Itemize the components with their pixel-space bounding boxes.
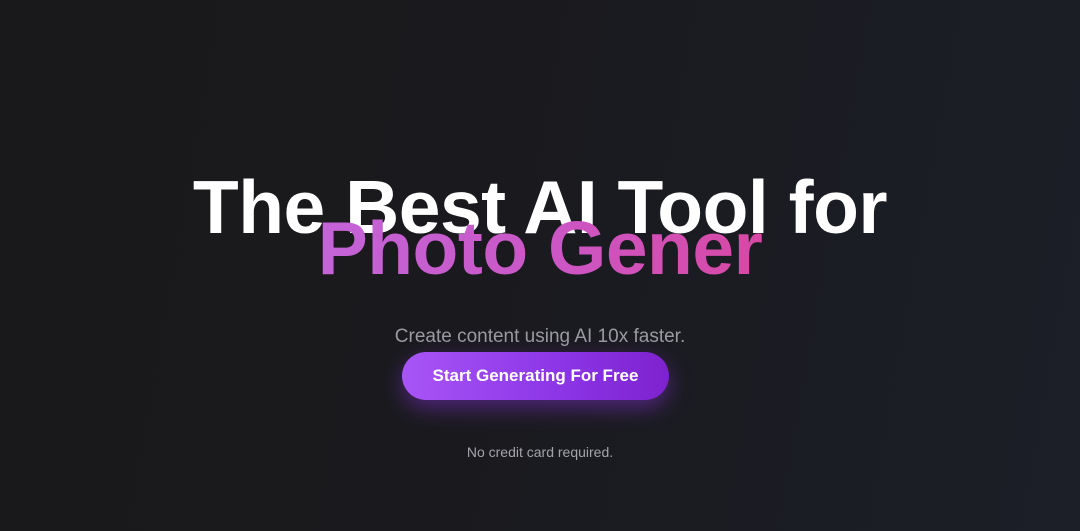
headline-highlight: Photo Gener [317,206,763,290]
subtitle: Create content using AI 10x faster. [394,326,686,347]
hero-section: The Best AI Tool for Photo Gener Create … [0,0,1080,531]
no-credit-card-note: No credit card required. [466,444,614,460]
start-generating-button[interactable]: Start Generating For Free [402,352,669,400]
headline-animated-line: Photo Gener [0,203,1080,293]
